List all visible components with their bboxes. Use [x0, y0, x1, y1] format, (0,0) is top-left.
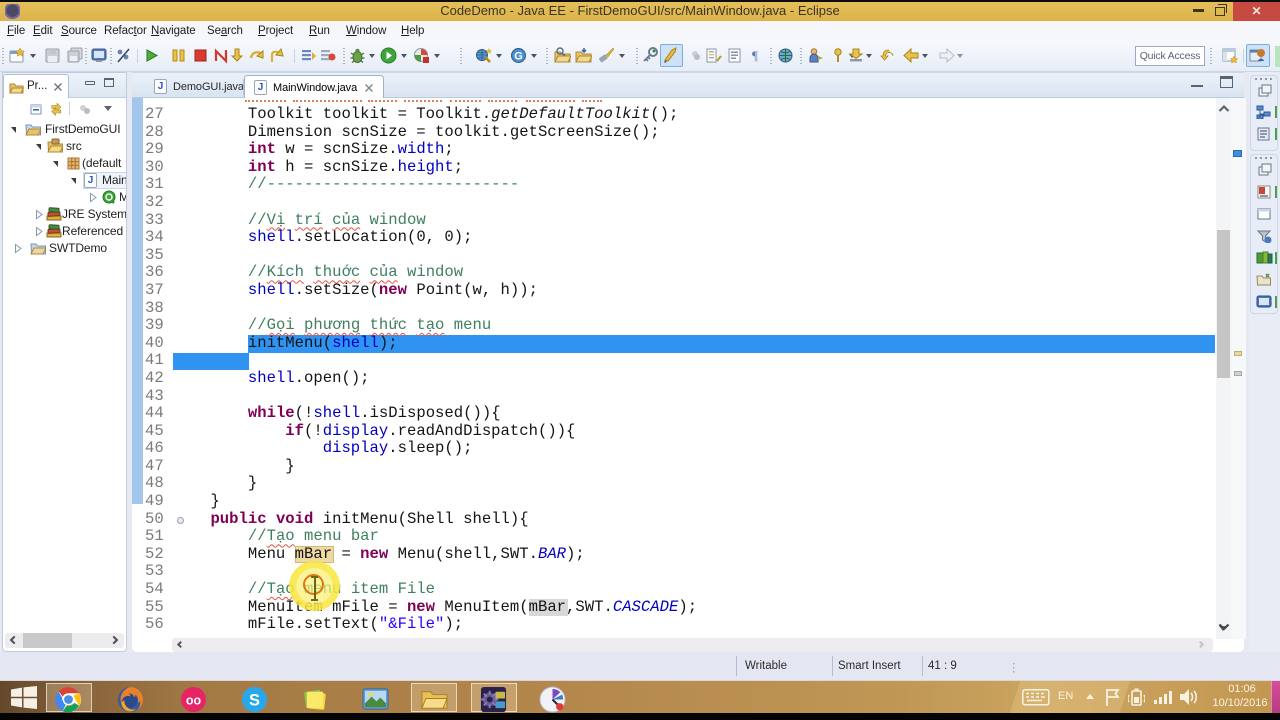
svg-text:S: S	[249, 691, 260, 709]
svg-text:oo: oo	[186, 693, 202, 707]
svg-text:G: G	[514, 51, 523, 63]
svg-text:¶: ¶	[752, 48, 758, 63]
